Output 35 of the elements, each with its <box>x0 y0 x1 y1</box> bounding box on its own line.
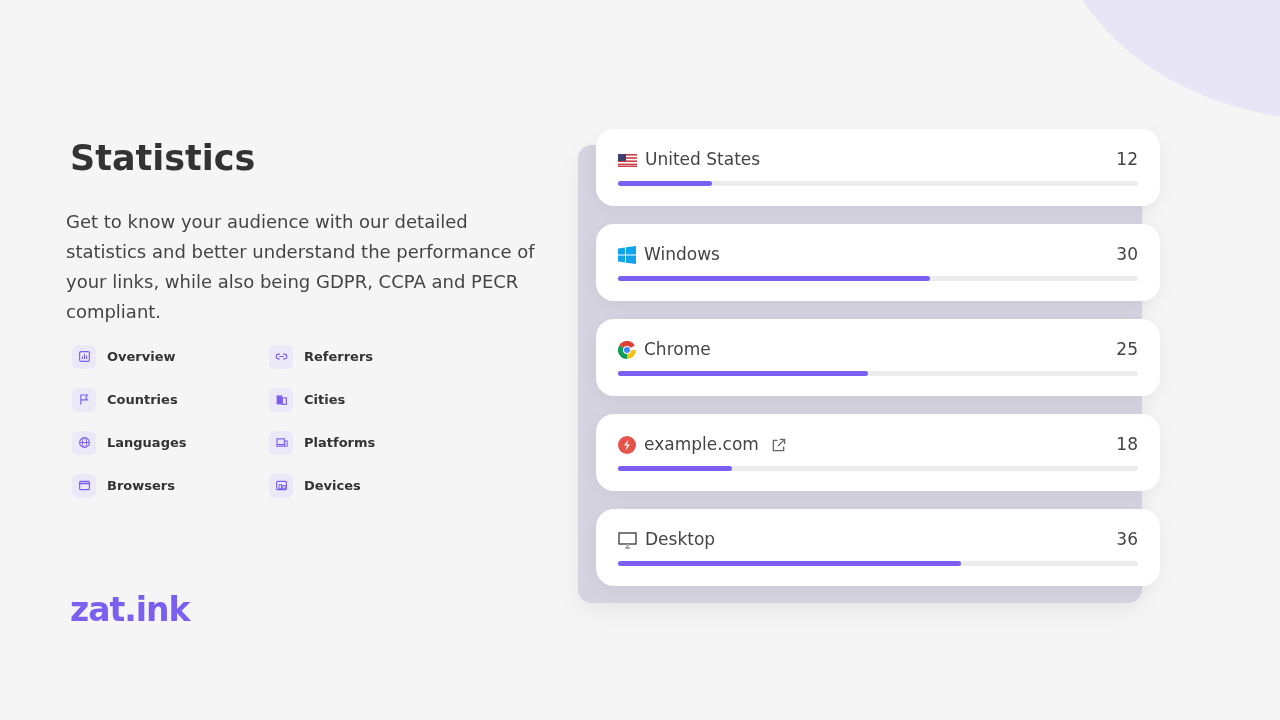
description: Get to know your audience with our detailed statistics and better understand the performance of your links, while also being GDPR, CCPA and PECR compliant. <box>66 209 536 324</box>
feature-label: Referrers <box>304 347 374 366</box>
building-icon <box>269 387 293 412</box>
flag-icon <box>618 153 637 167</box>
monitor-icon <box>618 531 637 549</box>
stat-label: Desktop <box>645 528 716 552</box>
laptop-icon <box>269 430 293 455</box>
feature-label: Cities <box>304 390 346 409</box>
feature-label: Countries <box>107 390 178 409</box>
heading: Statistics <box>70 137 257 180</box>
stat-label: Windows <box>644 243 720 267</box>
globe-icon <box>72 430 96 455</box>
stat-count: 18 <box>1116 433 1138 457</box>
window-icon <box>72 473 96 498</box>
feature-label: Browsers <box>107 476 175 495</box>
link-icon <box>269 344 293 369</box>
devices-icon <box>269 473 293 498</box>
stat-label: Chrome <box>644 338 711 362</box>
feature-label: Devices <box>304 476 361 495</box>
chart-icon <box>72 344 96 369</box>
feature-label: Languages <box>107 433 187 452</box>
bolt-icon <box>618 436 636 454</box>
feature-label: Platforms <box>304 433 376 452</box>
stat-count: 12 <box>1116 148 1138 172</box>
feature-label: Overview <box>107 347 176 366</box>
stat-count: 36 <box>1116 528 1138 552</box>
stat-label: example.com <box>644 433 759 457</box>
stat-label: United States <box>645 148 761 172</box>
windows-icon <box>618 246 636 264</box>
stat-count: 30 <box>1116 243 1138 267</box>
flag-icon <box>72 387 96 412</box>
chrome-icon <box>618 341 636 359</box>
logo: zat.ink <box>70 589 190 631</box>
external-link-icon[interactable] <box>770 437 786 453</box>
stat-count: 25 <box>1116 338 1138 362</box>
